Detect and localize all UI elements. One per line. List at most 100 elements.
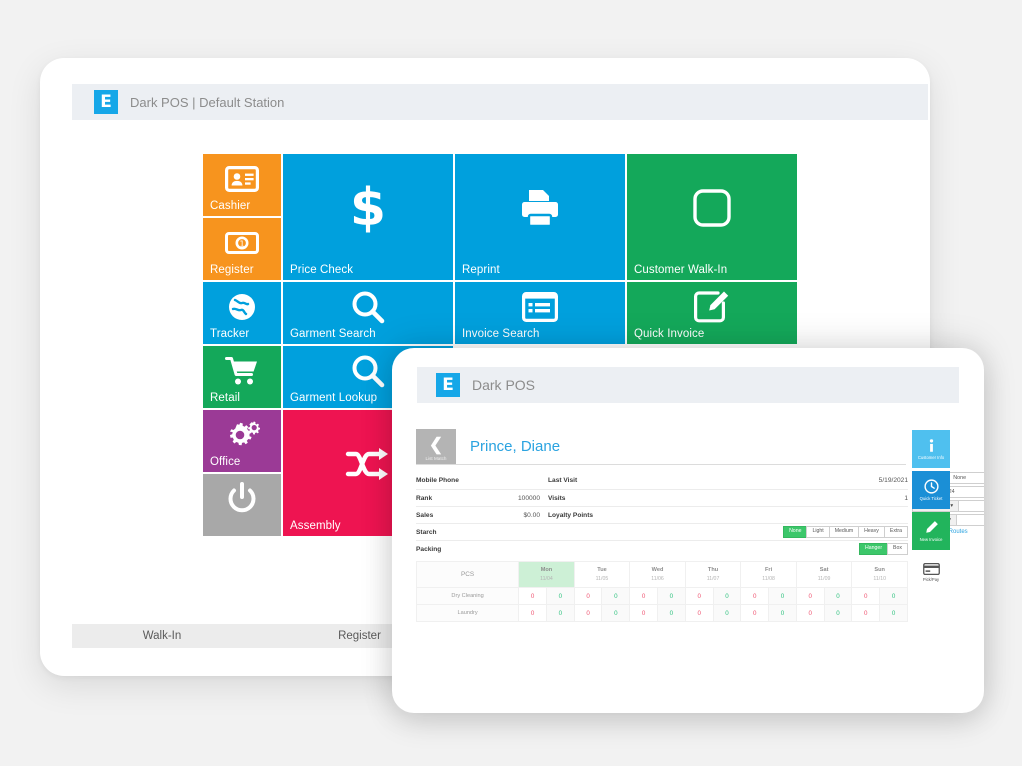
field-value: 100000 xyxy=(517,494,540,502)
form-row-starch: Starch None Light Medium Heavy Extra xyxy=(416,523,908,540)
packing-option-group: Hanger Box xyxy=(500,543,908,555)
cell: 0 xyxy=(740,587,770,605)
tile-label: Retail xyxy=(210,392,241,404)
tile-price-check[interactable]: $ Price Check xyxy=(283,154,453,280)
cell: 0 xyxy=(545,604,575,622)
table-row: Dry Cleaning 0 0 0 0 0 0 0 0 0 0 0 0 0 0 xyxy=(415,587,908,605)
customer-detail-form: Mobile Phone Last Visit 5/19/2021 Rank 1… xyxy=(416,472,908,557)
drop-notes-input[interactable] xyxy=(956,514,984,526)
form-row-sales: Sales $0.00 Loyalty Points xyxy=(416,506,908,523)
customer-window-title: Dark POS xyxy=(472,377,536,393)
chevron-left-icon: ❮ xyxy=(428,434,444,454)
tile-customer-walk-in[interactable]: Customer Walk-In xyxy=(627,154,797,280)
row-label: Dry Cleaning xyxy=(415,587,520,605)
cell: 0 xyxy=(879,604,908,622)
row-label: Laundry xyxy=(415,604,520,622)
cell: 0 xyxy=(518,604,547,622)
main-app-bar: E Dark POS | Default Station xyxy=(72,84,928,120)
cell: 0 xyxy=(545,587,575,605)
dollar-icon: $ xyxy=(283,154,453,280)
day-header-fri: Fri 11/08 xyxy=(740,561,797,588)
action-button-column: Customer Info Quick Ticket New Invoice P… xyxy=(912,430,950,594)
day-name: Mon xyxy=(540,567,553,574)
cell: 0 xyxy=(823,604,853,622)
action-label: Quick Ticket xyxy=(919,496,943,501)
cell: 0 xyxy=(851,587,881,605)
tile-cashier[interactable]: Cashier xyxy=(203,154,281,216)
tile-office[interactable]: Office xyxy=(203,410,281,472)
app-logo-icon: E xyxy=(436,373,460,397)
field-label: Starch xyxy=(416,528,437,536)
tile-register[interactable]: 1 Register xyxy=(203,218,281,280)
field-label: Rank xyxy=(416,494,433,502)
tile-label: Office xyxy=(210,456,241,468)
customer-window: E Dark POS ❮ List Match Prince, Diane Mo… xyxy=(392,348,984,713)
field-label: Last Visit xyxy=(548,477,578,484)
field-label: Loyalty Points xyxy=(548,511,594,519)
cell: 0 xyxy=(795,604,825,622)
field-value: 5/19/2021 xyxy=(878,477,908,484)
day-name: Wed xyxy=(651,567,664,574)
rounded-square-icon xyxy=(627,154,797,280)
starch-option-light[interactable]: Light xyxy=(806,526,830,538)
cell: 0 xyxy=(684,587,714,605)
day-name: Thu xyxy=(707,567,719,574)
day-date: 11/07 xyxy=(706,575,720,582)
back-button[interactable]: ❮ List Match xyxy=(416,429,456,464)
quick-ticket-button[interactable]: Quick Ticket xyxy=(912,471,950,509)
pick-pay-button[interactable]: Pick/Pay xyxy=(912,553,950,591)
form-row-rank: Rank 100000 Visits 1 xyxy=(416,489,908,506)
weekly-pieces-table: PCS Mon 11/04 Tue 11/05 Wed 11/06 Thu 11… xyxy=(415,561,908,622)
screen: E Dark POS | Default Station Cashier 1 R… xyxy=(0,0,1022,766)
bottom-button-walk-in[interactable]: Walk-In xyxy=(72,630,252,642)
tile-retail[interactable]: Retail xyxy=(203,346,281,408)
cell: 0 xyxy=(657,587,686,605)
cell: 0 xyxy=(712,587,742,605)
tile-garment-search[interactable]: Garment Search xyxy=(283,282,453,344)
svg-text:$: $ xyxy=(350,179,386,237)
customer-info-button[interactable]: Customer Info xyxy=(912,430,950,468)
cell: 0 xyxy=(684,604,714,622)
day-name: Sat xyxy=(819,567,829,574)
cell: 0 xyxy=(573,604,603,622)
cell: 0 xyxy=(823,587,853,605)
starch-option-extra[interactable]: Extra xyxy=(883,526,908,538)
cell: 0 xyxy=(601,604,631,622)
cell: 0 xyxy=(657,604,686,622)
tile-invoice-search[interactable]: Invoice Search xyxy=(455,282,625,344)
field-label: Sales xyxy=(416,511,434,519)
tile-label: Invoice Search xyxy=(462,328,540,340)
starch-option-none[interactable]: None xyxy=(783,526,808,538)
starch-option-heavy[interactable]: Heavy xyxy=(858,526,885,538)
day-date: 11/10 xyxy=(873,575,886,582)
tile-label: Garment Search xyxy=(290,328,376,340)
field-value: $0.00 xyxy=(523,511,540,519)
starch-option-medium[interactable]: Medium xyxy=(828,526,860,538)
day-header-mon: Mon 11/04 xyxy=(518,561,575,588)
tile-power[interactable] xyxy=(203,474,281,536)
tile-quick-invoice[interactable]: Quick Invoice xyxy=(627,282,797,344)
printer-icon xyxy=(455,154,625,280)
day-date: 11/05 xyxy=(595,575,609,582)
action-label: Customer Info xyxy=(917,454,945,460)
cell: 0 xyxy=(768,604,797,622)
tile-reprint[interactable]: Reprint xyxy=(455,154,625,280)
day-date: 11/06 xyxy=(651,575,664,582)
tile-label: Register xyxy=(210,264,254,276)
cell: 0 xyxy=(601,587,631,605)
pickup-day-value: None xyxy=(953,475,967,481)
day-header-wed: Wed 11/06 xyxy=(629,561,686,588)
tile-label: Quick Invoice xyxy=(634,328,705,340)
svg-text:1: 1 xyxy=(239,239,244,248)
packing-option-hanger[interactable]: Hanger xyxy=(859,543,889,555)
info-icon xyxy=(929,438,933,452)
new-invoice-button[interactable]: New Invoice xyxy=(912,512,950,550)
packing-option-box[interactable]: Box xyxy=(887,543,908,555)
day-date: 11/08 xyxy=(762,575,775,582)
drop-pieces-input[interactable] xyxy=(959,500,984,512)
table-header-row: PCS Mon 11/04 Tue 11/05 Wed 11/06 Thu 11… xyxy=(415,561,908,588)
tile-tracker[interactable]: Tracker xyxy=(203,282,281,344)
back-button-label: List Match xyxy=(425,456,447,461)
tile-label: Tracker xyxy=(210,328,250,340)
day-date: 11/04 xyxy=(540,575,553,582)
